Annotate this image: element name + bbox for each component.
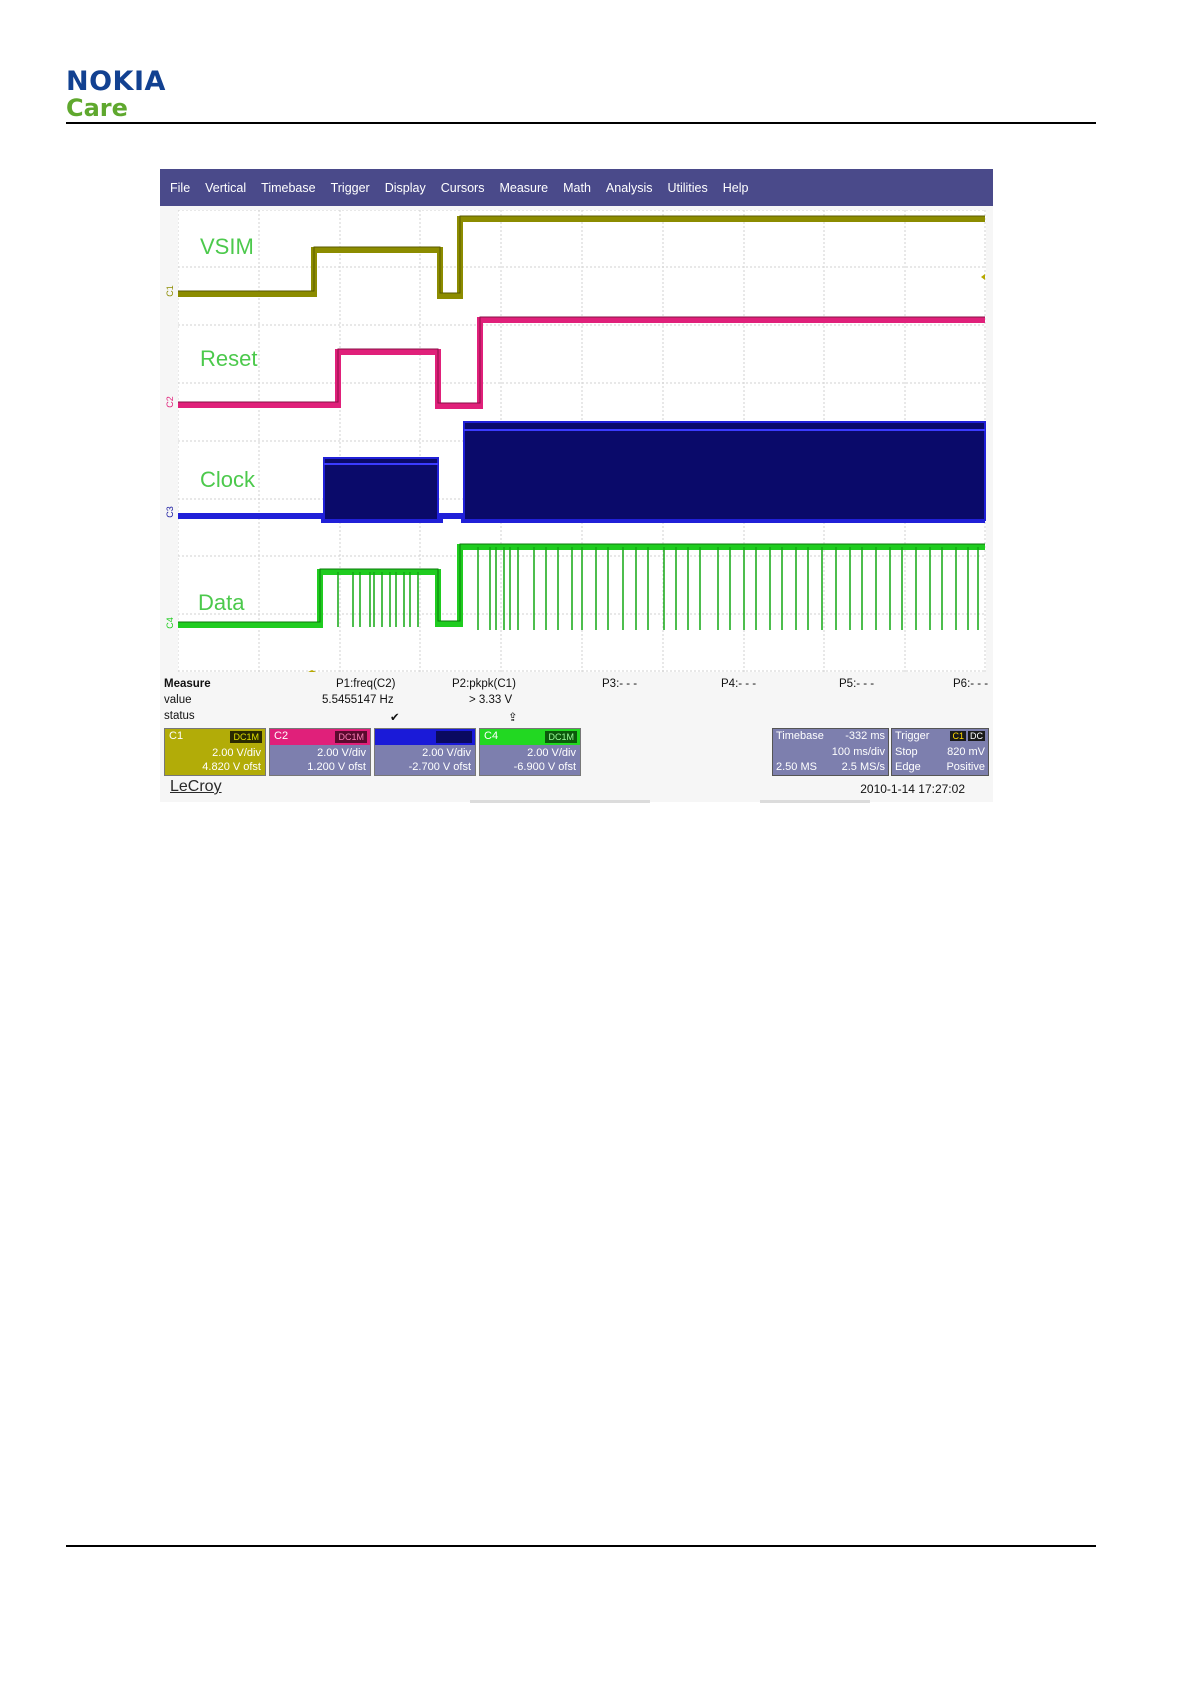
label-clock: Clock [200,467,256,492]
timebase-tdiv: 100 ms/div [831,746,885,758]
param-p3-name[interactable]: P3:- - - [602,678,637,690]
menu-help[interactable]: Help [723,181,749,195]
channel-c4-vdiv: 2.00 V/div [527,747,576,759]
measure-row-status: status ✔ ⇪ [164,710,990,725]
trigger-source: C1 [950,731,966,741]
menu-timebase[interactable]: Timebase [261,181,315,195]
channel-c2-tag: C2 [274,730,289,742]
header-rule [66,122,1096,124]
footer-rule [66,1545,1096,1547]
menu-file[interactable]: File [170,181,190,195]
timebase-box[interactable]: Timebase -332 ms 100 ms/div 2.50 MS 2.5 … [772,728,889,776]
menu-utilities[interactable]: Utilities [667,181,707,195]
trigger-box[interactable]: Trigger C1 DC Stop 820 mV Edge Positive [891,728,989,776]
label-data: Data [198,590,245,615]
nokia-care-logo: NOKIA Care [66,68,166,121]
measure-row-header: Measure P1:freq(C2) P2:pkpk(C1) P3:- - -… [164,678,990,693]
channel-c1-tag: C1 [169,730,184,742]
measure-title: Measure [164,678,211,690]
trigger-slope: Positive [946,761,985,773]
trigger-coupling: DC [968,731,985,741]
trace-marker-c1: C1 [164,285,175,297]
param-p2-name[interactable]: P2:pkpk(C1) [452,678,516,690]
channel-c3-coupling [436,731,472,743]
channel-c1-vdiv: 2.00 V/div [212,747,261,759]
channel-box-c4[interactable]: C4 DC1M 2.00 V/div -6.900 V ofst [479,728,581,776]
channel-c4-tag: C4 [484,730,499,742]
trigger-type: Edge [895,761,921,773]
timestamp: 2010-1-14 17:27:02 [860,782,965,796]
param-p5-name[interactable]: P5:- - - [839,678,874,690]
ghost-bar-1 [470,800,650,803]
trace-marker-c3: C3 [164,506,175,518]
menu-measure[interactable]: Measure [499,181,548,195]
channel-box-c1[interactable]: C1 DC1M 2.00 V/div 4.820 V ofst [164,728,266,776]
channel-box-c2[interactable]: C2 DC1M 2.00 V/div 1.200 V ofst [269,728,371,776]
timebase-rate: 2.5 MS/s [841,761,885,773]
channel-c2-offset: 1.200 V ofst [307,761,366,773]
param-p4-name[interactable]: P4:- - - [721,678,756,690]
menu-bar: File Vertical Timebase Trigger Display C… [160,169,993,206]
menu-cursors[interactable]: Cursors [441,181,485,195]
channel-box-c4-header: C4 DC1M [480,729,580,745]
channel-box-c3-header [375,729,475,745]
channel-box-c2-header: C2 DC1M [270,729,370,745]
param-p2-status-icon: ⇪ [508,712,518,724]
timebase-label: Timebase [776,730,824,742]
param-p1-name[interactable]: P1:freq(C2) [336,678,395,690]
trigger-label: Trigger [895,730,930,742]
trigger-mode: Stop [895,746,918,758]
param-p2-value: > 3.33 V [469,694,513,706]
lecroy-logo: LeCroy [170,778,222,795]
timebase-samples: 2.50 MS [776,761,817,773]
param-p1-value: 5.5455147 Hz [322,694,394,706]
channel-c4-coupling: DC1M [545,731,577,743]
menu-trigger[interactable]: Trigger [331,181,370,195]
trace-marker-c4: C4 [164,617,175,629]
channel-c3-vdiv: 2.00 V/div [422,747,471,759]
channel-box-c1-header: C1 DC1M [165,729,265,745]
oscilloscope-screenshot: File Vertical Timebase Trigger Display C… [160,169,993,803]
timebase-delay: -332 ms [845,730,885,742]
channel-c3-offset: -2.700 V ofst [408,761,471,773]
measure-status-label: status [164,710,195,722]
channel-c4-offset: -6.900 V ofst [513,761,576,773]
menu-analysis[interactable]: Analysis [606,181,653,195]
channel-c1-coupling: DC1M [230,731,262,743]
trace-clock [178,421,986,523]
measure-value-label: value [164,694,192,706]
logo-brand-sub: Care [66,94,128,122]
channel-c2-vdiv: 2.00 V/div [317,747,366,759]
logo-brand-main: NOKIA [66,66,166,97]
waveform-grid: C1 C2 C3 C4 VSIM Reset Clock Data [165,210,986,672]
menu-display[interactable]: Display [385,181,426,195]
trace-data [178,543,985,630]
channel-c1-offset: 4.820 V ofst [202,761,261,773]
menu-vertical[interactable]: Vertical [205,181,246,195]
param-p6-name[interactable]: P6:- - - [953,678,988,690]
trace-marker-c2: C2 [164,396,175,408]
ghost-bar-2 [760,800,870,803]
param-p1-status-icon: ✔ [390,712,400,724]
measure-row-value: value 5.5455147 Hz > 3.33 V [164,694,990,709]
label-reset: Reset [200,346,258,371]
trigger-level: 820 mV [947,746,985,758]
trigger-level-marker [981,274,985,280]
menu-math[interactable]: Math [563,181,591,195]
label-vsim: VSIM [200,234,254,259]
channel-c2-coupling: DC1M [335,731,367,743]
waveform-plot [178,210,986,672]
channel-box-c3[interactable]: 2.00 V/div -2.700 V ofst [374,728,476,776]
